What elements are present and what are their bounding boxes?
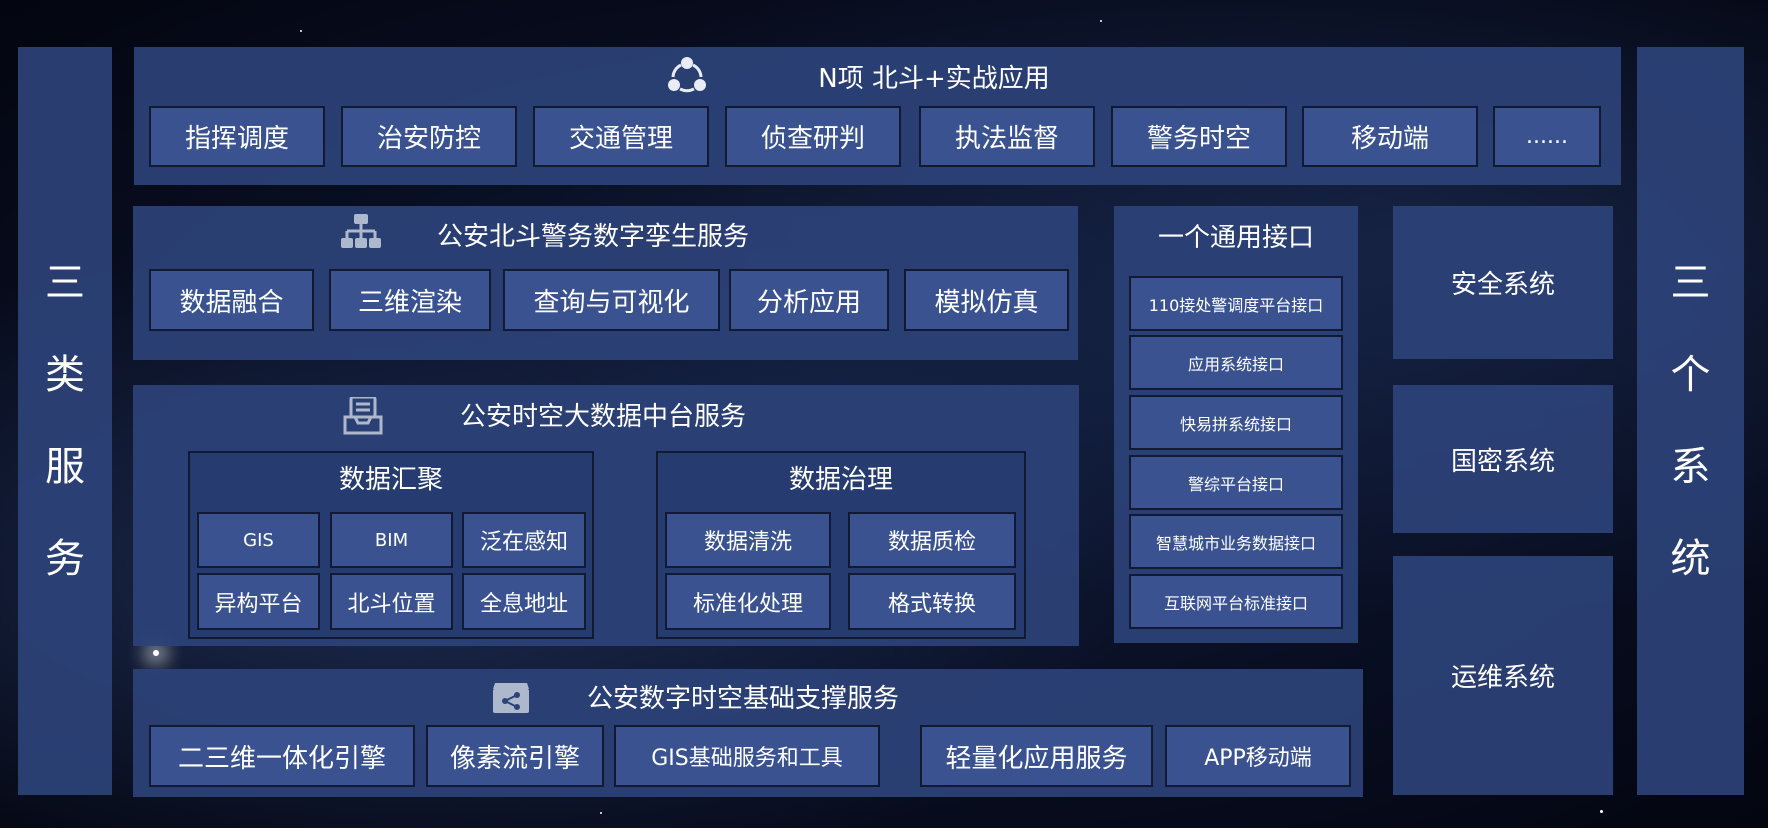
foundation-item[interactable]: GIS基础服务和工具 [614, 725, 880, 787]
left-pillar-char: 三 [45, 260, 85, 306]
governance-item[interactable]: 标准化处理 [665, 573, 831, 630]
interface-item[interactable]: 互联网平台标准接口 [1129, 574, 1343, 629]
org-chart-icon [341, 214, 381, 248]
foundation-item[interactable]: APP移动端 [1165, 725, 1351, 787]
right-pillar-char: 统 [1670, 536, 1711, 582]
twin-item[interactable]: 数据融合 [149, 269, 314, 331]
aggregation-item[interactable]: BIM [330, 512, 453, 568]
app-item-more[interactable]: ...... [1493, 106, 1601, 167]
foundation-item[interactable]: 二三维一体化引擎 [149, 725, 415, 787]
digital-twin-layer: 公安北斗警务数字孪生服务 数据融合 三维渲染 查询与可视化 分析应用 模拟仿真 [133, 206, 1078, 360]
star-decoration [153, 650, 159, 656]
big-data-layer: 公安时空大数据中台服务 数据汇聚 GIS BIM 泛在感知 异构平台 北斗位置 … [133, 385, 1079, 646]
twin-layer-title: 公安北斗警务数字孪生服务 [436, 221, 749, 252]
aggregation-item[interactable]: 全息地址 [462, 573, 586, 630]
aggregation-item[interactable]: 泛在感知 [462, 512, 586, 568]
app-item[interactable]: 执法监督 [919, 106, 1095, 167]
aggregation-item[interactable]: 北斗位置 [330, 573, 453, 630]
data-aggregation-group: 数据汇聚 GIS BIM 泛在感知 异构平台 北斗位置 全息地址 [188, 451, 594, 639]
foundation-layer: 公安数字时空基础支撑服务 二三维一体化引擎 像素流引擎 GIS基础服务和工具 轻… [133, 669, 1363, 797]
ops-system-box[interactable]: 运维系统 [1393, 556, 1613, 795]
interface-item[interactable]: 快易拼系统接口 [1129, 395, 1343, 450]
crypto-system-box[interactable]: 国密系统 [1393, 385, 1613, 533]
security-system-box[interactable]: 安全系统 [1393, 206, 1613, 359]
governance-item[interactable]: 数据质检 [848, 512, 1016, 568]
governance-item[interactable]: 格式转换 [848, 573, 1016, 630]
big-data-layer-title: 公安时空大数据中台服务 [459, 401, 746, 432]
right-pillar: 三 个 系 统 [1637, 47, 1744, 795]
left-pillar-char: 服 [45, 444, 85, 490]
star-decoration [300, 30, 302, 32]
aggregation-item[interactable]: GIS [197, 512, 320, 568]
star-decoration [1100, 20, 1102, 22]
interface-panel-title: 一个通用接口 [1157, 222, 1314, 253]
share-box-icon [493, 683, 529, 713]
data-aggregation-title: 数据汇聚 [338, 464, 443, 495]
app-item[interactable]: 治安防控 [341, 106, 517, 167]
foundation-layer-title: 公安数字时空基础支撑服务 [586, 683, 899, 714]
twin-item[interactable]: 三维渲染 [329, 269, 491, 331]
right-pillar-char: 三 [1670, 260, 1711, 306]
governance-item[interactable]: 数据清洗 [665, 512, 831, 568]
right-pillar-char: 系 [1670, 444, 1711, 490]
star-decoration [600, 812, 602, 814]
right-pillar-char: 个 [1670, 352, 1711, 398]
app-item[interactable]: 交通管理 [533, 106, 709, 167]
network-nodes-icon [668, 57, 706, 93]
general-interface-panel: 一个通用接口 110接处警调度平台接口 应用系统接口 快易拼系统接口 警综平台接… [1114, 206, 1358, 643]
twin-item[interactable]: 分析应用 [729, 269, 889, 331]
data-governance-group: 数据治理 数据清洗 数据质检 标准化处理 格式转换 [656, 451, 1026, 639]
interface-item[interactable]: 警综平台接口 [1129, 455, 1343, 510]
left-pillar: 三 类 服 务 [18, 47, 112, 795]
inbox-tray-icon [343, 397, 383, 435]
left-pillar-char: 类 [45, 352, 85, 398]
left-pillar-char: 务 [45, 536, 85, 582]
top-application-layer: N项 北斗+实战应用 指挥调度 治安防控 交通管理 侦查研判 执法监督 警务时空… [134, 47, 1621, 185]
top-layer-title: N项 北斗+实战应用 [818, 63, 1050, 94]
foundation-item[interactable]: 轻量化应用服务 [920, 725, 1153, 787]
app-item[interactable]: 侦查研判 [725, 106, 901, 167]
app-item[interactable]: 移动端 [1302, 106, 1478, 167]
interface-item[interactable]: 智慧城市业务数据接口 [1129, 514, 1343, 569]
app-item[interactable]: 警务时空 [1111, 106, 1287, 167]
twin-item[interactable]: 模拟仿真 [904, 269, 1069, 331]
interface-item[interactable]: 110接处警调度平台接口 [1129, 276, 1343, 331]
data-governance-title: 数据治理 [788, 464, 893, 495]
interface-item[interactable]: 应用系统接口 [1129, 335, 1343, 390]
foundation-item[interactable]: 像素流引擎 [426, 725, 604, 787]
twin-item[interactable]: 查询与可视化 [503, 269, 720, 331]
app-item[interactable]: 指挥调度 [149, 106, 325, 167]
aggregation-item[interactable]: 异构平台 [197, 573, 320, 630]
star-decoration [1600, 810, 1603, 813]
